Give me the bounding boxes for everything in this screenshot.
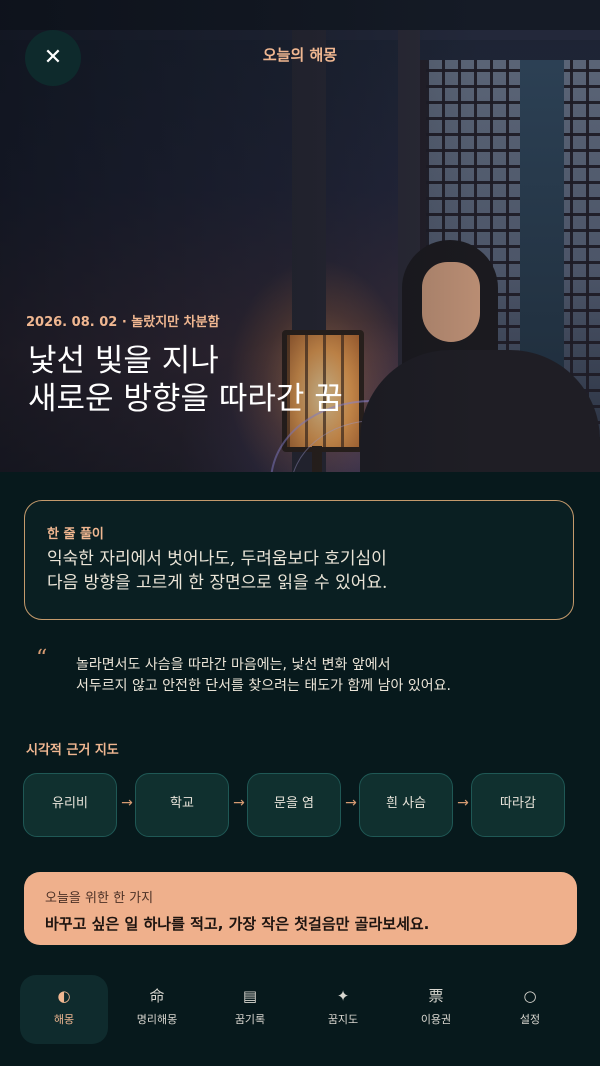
quote-text: 놀라면서도 사슴을 따라간 마음에는, 낯선 변화 앞에서 서두르지 않고 안전… — [76, 655, 576, 697]
dream-date-mood: 2026. 08. 02 · 놀랐지만 차분함 — [26, 315, 220, 330]
visual-map-title: 시각적 근거 지도 — [26, 743, 119, 758]
arrow-right-icon: → — [457, 795, 469, 811]
nav-item-label: 꿈기록 — [234, 1013, 266, 1026]
page-title: 오늘의 해몽 — [262, 46, 338, 64]
nav-item-settings[interactable]: ○ 설정 — [486, 975, 574, 1044]
nav-item-journal[interactable]: ▤ 꿈기록 — [206, 975, 294, 1044]
bottom-navigation: ◐ 해몽 命 명리해몽 ▤ 꿈기록 ✦ 꿈지도 票 이용권 ○ 설정 — [0, 966, 600, 1066]
map-node[interactable]: 흰 사슴 — [359, 773, 453, 837]
summary-text: 익숙한 자리에서 벗어나도, 두려움보다 호기심이 다음 방향을 고르게 한 장… — [47, 547, 547, 595]
nav-item-dream[interactable]: ◐ 해몽 — [20, 975, 108, 1044]
map-node[interactable]: 학교 — [135, 773, 229, 837]
daily-action-card[interactable]: 오늘을 위한 한 가지 바꾸고 싶은 일 하나를 적고, 가장 작은 첫걸음만 … — [24, 872, 577, 945]
summary-line: 익숙한 자리에서 벗어나도, 두려움보다 호기심이 — [47, 549, 387, 569]
arrow-right-icon: → — [345, 795, 357, 811]
dream-title: 낯선 빛을 지나 새로운 방향을 따라간 꿈 — [28, 342, 448, 418]
map-node[interactable]: 따라감 — [471, 773, 565, 837]
nav-item-pass[interactable]: 票 이용권 — [392, 975, 480, 1044]
summary-label: 한 줄 풀이 — [47, 527, 104, 542]
visual-map: 유리비 → 학교 → 문을 염 → 흰 사슴 → 따라감 — [23, 773, 583, 837]
nav-item-dream-map[interactable]: ✦ 꿈지도 — [299, 975, 387, 1044]
arrow-right-icon: → — [233, 795, 245, 811]
nav-item-label: 꿈지도 — [327, 1013, 359, 1026]
nav-item-label: 이용권 — [420, 1013, 452, 1026]
quote-line: 놀라면서도 사슴을 따라간 마음에는, 낯선 변화 앞에서 — [76, 657, 391, 673]
daily-action-label: 오늘을 위한 한 가지 — [45, 891, 154, 906]
summary-line: 다음 방향을 고르게 한 장면으로 읽을 수 있어요. — [47, 573, 388, 593]
summary-card: 한 줄 풀이 익숙한 자리에서 벗어나도, 두려움보다 호기심이 다음 방향을 … — [24, 500, 574, 620]
nav-item-label: 명리해몽 — [136, 1013, 178, 1026]
quote-line: 서두르지 않고 안전한 단서를 찾으려는 태도가 함께 남아 있어요. — [76, 678, 451, 694]
sparkle-star-icon: ✦ — [336, 987, 350, 1005]
nav-item-label: 설정 — [519, 1013, 541, 1026]
quote-mark-icon: “ — [36, 646, 48, 671]
arrow-right-icon: → — [121, 795, 133, 811]
nav-item-label: 해몽 — [53, 1013, 75, 1026]
journal-icon: ▤ — [242, 987, 258, 1005]
half-moon-icon: ◐ — [57, 987, 71, 1005]
nav-item-myeongri[interactable]: 命 명리해몽 — [113, 975, 201, 1044]
fate-character-icon: 命 — [149, 987, 165, 1005]
map-node[interactable]: 유리비 — [23, 773, 117, 837]
ticket-character-icon: 票 — [428, 987, 444, 1005]
dream-title-line: 낯선 빛을 지나 — [28, 343, 219, 379]
circle-icon: ○ — [523, 987, 537, 1005]
map-node[interactable]: 문을 염 — [247, 773, 341, 837]
dream-title-line: 새로운 방향을 따라간 꿈 — [28, 381, 343, 417]
daily-action-text: 바꾸고 싶은 일 하나를 적고, 가장 작은 첫걸음만 골라보세요. — [45, 915, 430, 933]
